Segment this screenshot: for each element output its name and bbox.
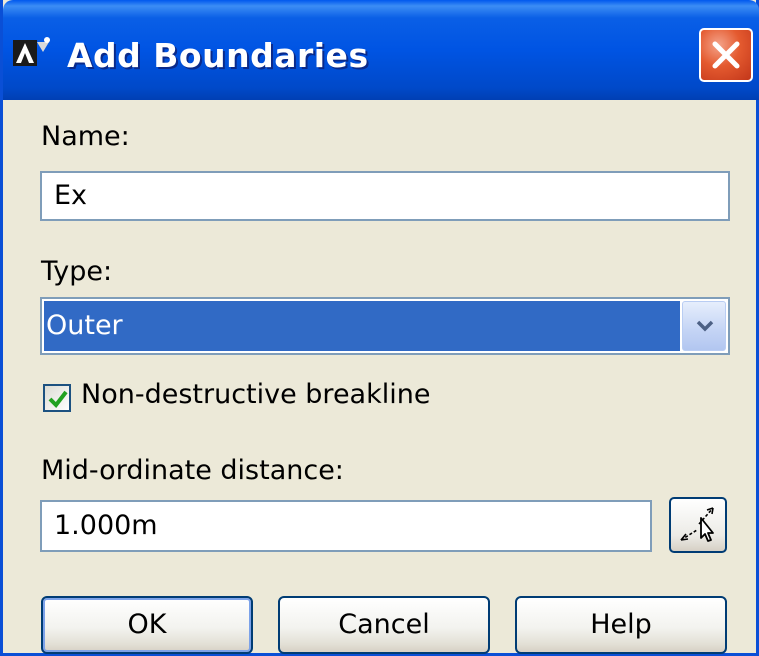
chevron-down-icon bbox=[696, 320, 714, 332]
distance-input[interactable]: 1.000m bbox=[40, 500, 652, 552]
window-title: Add Boundaries bbox=[67, 36, 369, 75]
close-button[interactable] bbox=[699, 28, 753, 82]
help-button[interactable]: Help bbox=[515, 596, 727, 654]
ok-button[interactable]: OK bbox=[41, 596, 253, 654]
close-icon bbox=[712, 41, 740, 69]
name-input[interactable]: Ex bbox=[40, 171, 730, 221]
breakline-label[interactable]: Non-destructive breakline bbox=[81, 379, 430, 410]
type-select-value[interactable]: Outer bbox=[44, 301, 680, 351]
checkmark-icon bbox=[48, 390, 68, 409]
type-label: Type: bbox=[41, 256, 113, 287]
app-icon bbox=[13, 36, 53, 70]
type-select[interactable]: Outer bbox=[40, 297, 730, 355]
pick-distance-button[interactable] bbox=[669, 497, 727, 553]
distance-label: Mid-ordinate distance: bbox=[41, 455, 344, 486]
name-label: Name: bbox=[41, 121, 130, 152]
pick-distance-icon bbox=[680, 507, 714, 542]
title-bar[interactable]: Add Boundaries bbox=[3, 0, 759, 100]
cancel-button[interactable]: Cancel bbox=[278, 596, 490, 654]
type-dropdown-button[interactable] bbox=[682, 301, 726, 351]
breakline-checkbox[interactable] bbox=[43, 384, 71, 412]
add-boundaries-dialog: Add Boundaries Name: Ex Type: Outer Non-… bbox=[0, 0, 759, 656]
